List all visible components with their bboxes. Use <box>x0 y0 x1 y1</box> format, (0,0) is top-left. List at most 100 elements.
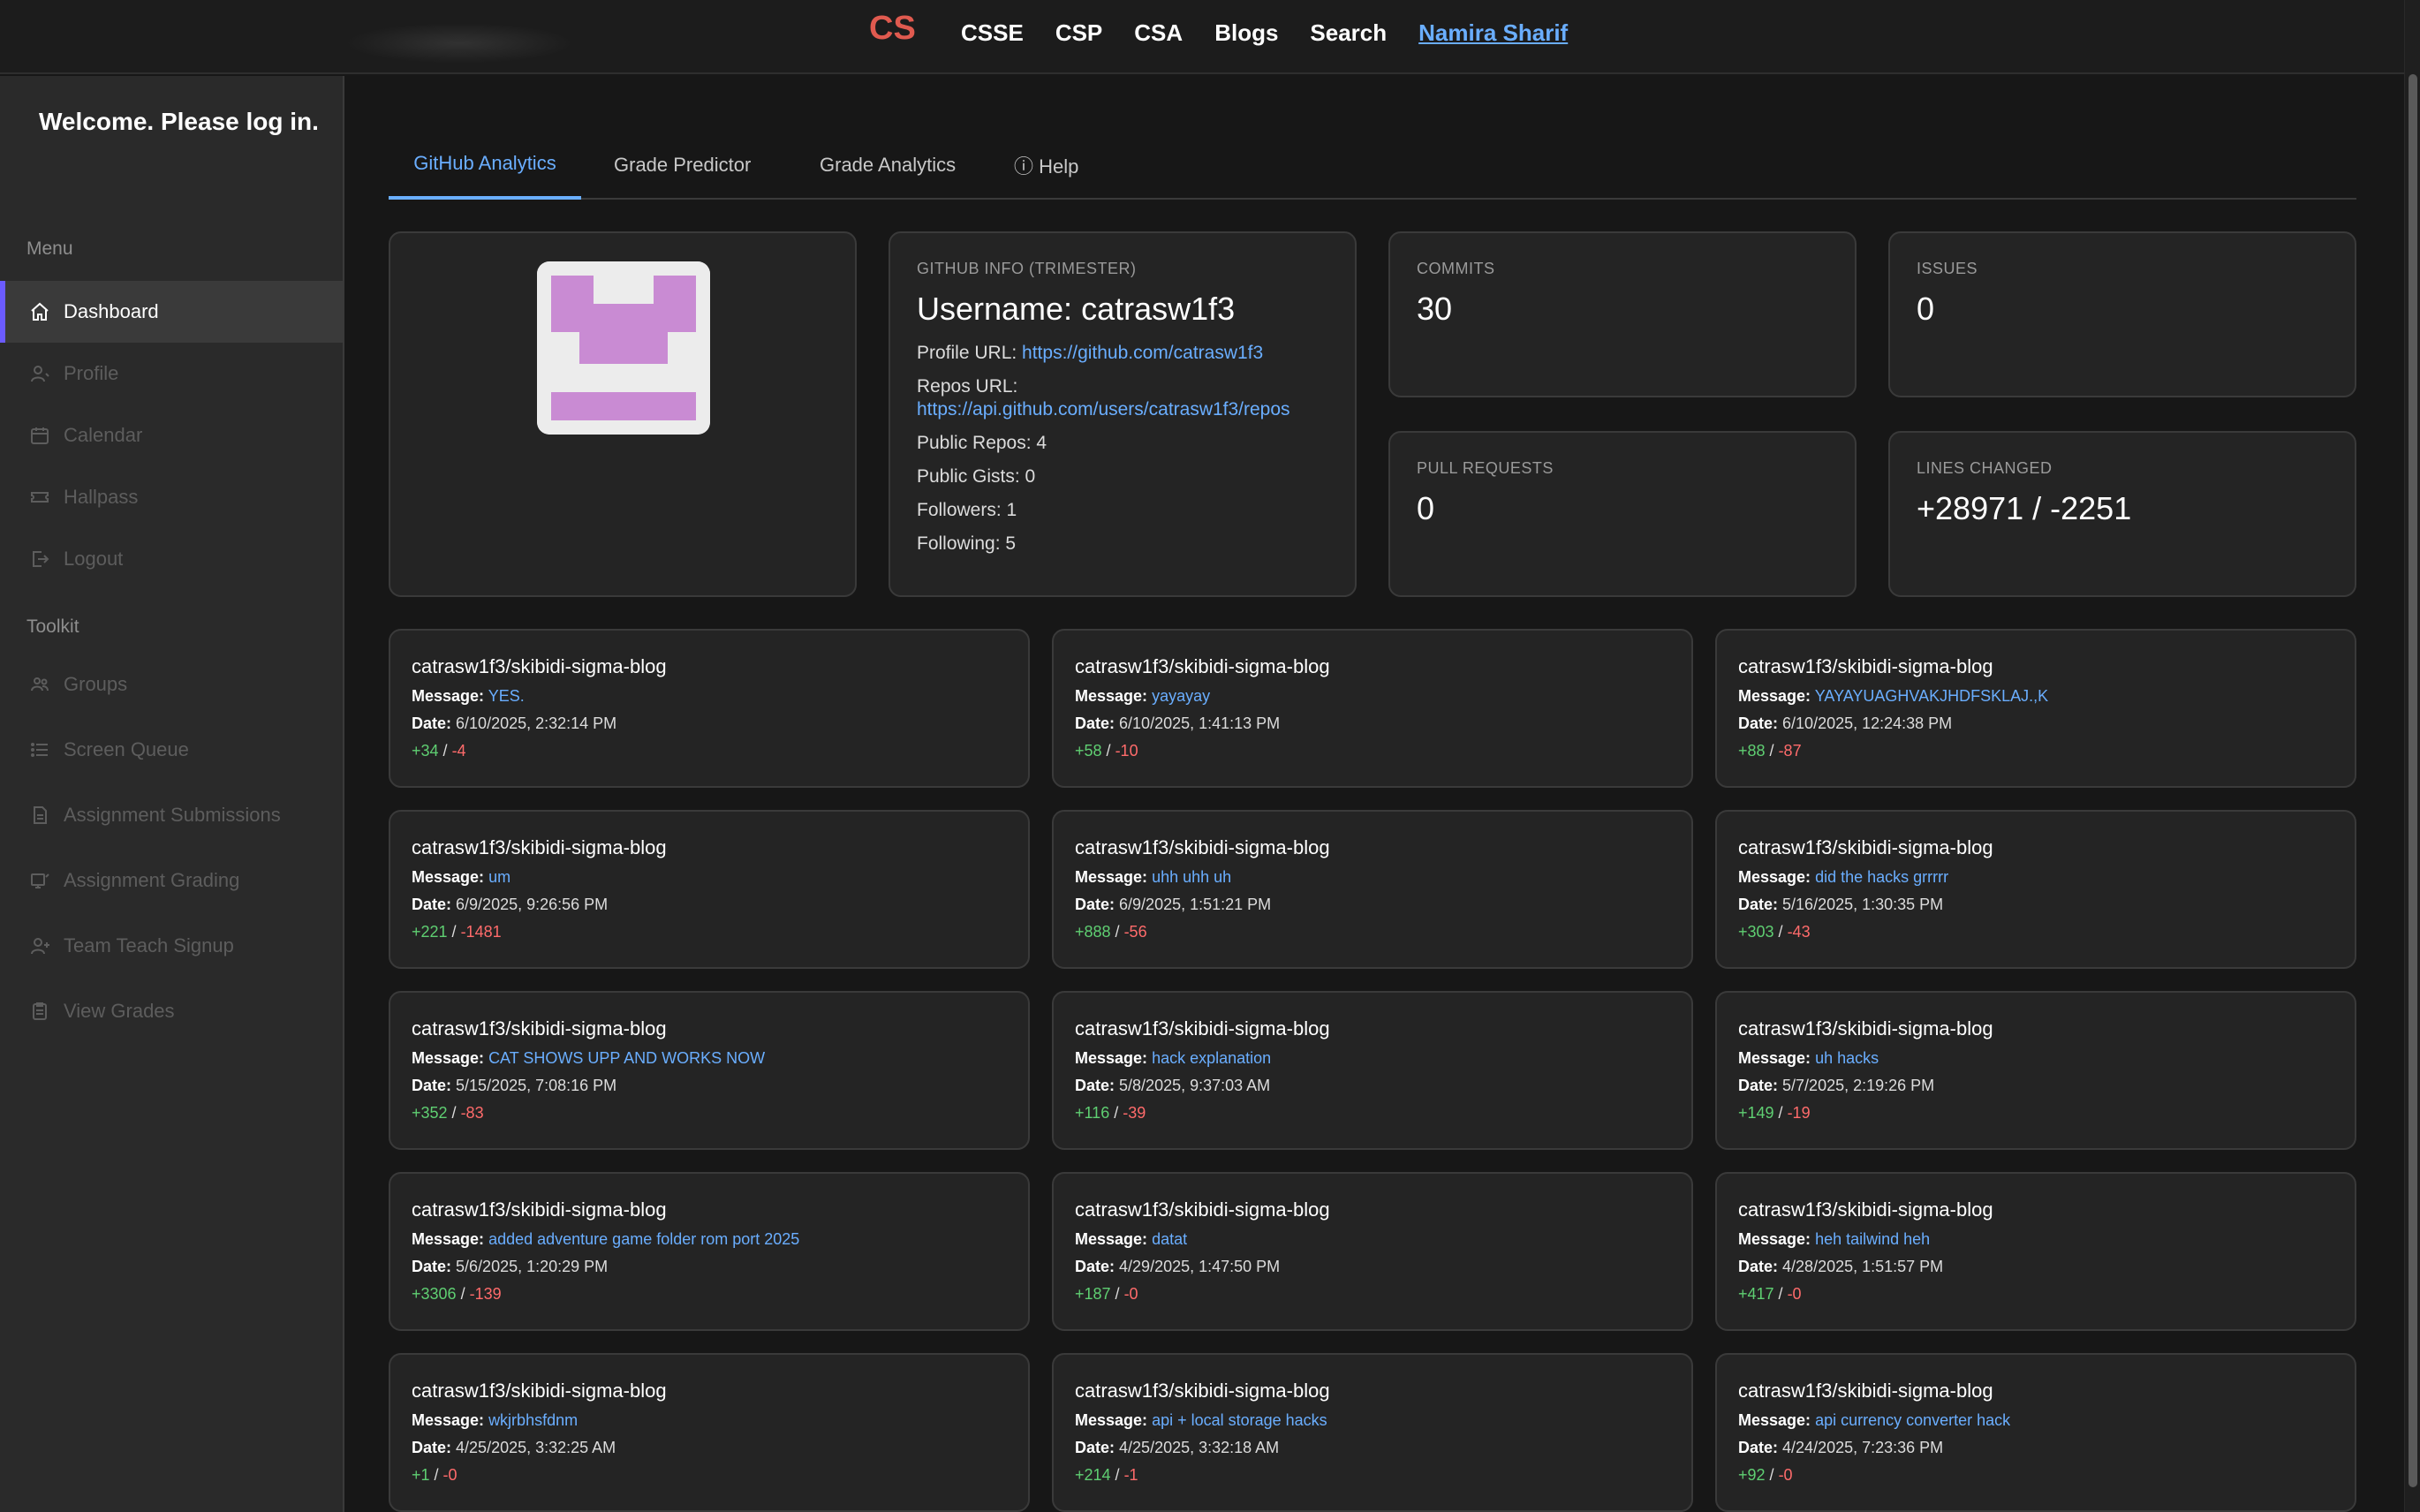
commit-message[interactable]: heh tailwind heh <box>1815 1230 1930 1248</box>
commit-date: 4/25/2025, 3:32:18 AM <box>1119 1439 1280 1456</box>
avatar-card <box>389 231 857 597</box>
cs-logo[interactable]: CS <box>867 9 919 44</box>
nav-link-csse[interactable]: CSSE <box>961 19 1024 47</box>
tab-grade-analytics[interactable]: Grade Analytics <box>820 131 956 200</box>
commit-date-label: Date: <box>1738 896 1779 913</box>
commit-message[interactable]: api + local storage hacks <box>1152 1411 1327 1429</box>
commit-message[interactable]: hack explanation <box>1152 1049 1271 1067</box>
commit-message[interactable]: YAYAYUAGHVAKJHDFSKLAJ.,K <box>1815 687 2048 705</box>
repos-url-row: Repos URL: https://api.github.com/users/… <box>917 375 1328 421</box>
commit-line-changes: +352 / -83 <box>412 1104 484 1122</box>
commit-message[interactable]: um <box>488 868 510 886</box>
commit-message-row: Message: YAYAYUAGHVAKJHDFSKLAJ.,K <box>1738 687 2333 706</box>
commit-additions: +58 <box>1075 742 1102 760</box>
commit-message-label: Message: <box>412 1049 485 1067</box>
nav-link-blogs[interactable]: Blogs <box>1214 19 1278 47</box>
commit-message[interactable]: uhh uhh uh <box>1152 868 1231 886</box>
ticket-icon <box>28 486 51 509</box>
commit-line-changes: +303 / -43 <box>1738 923 1811 941</box>
commit-message-row: Message: datat <box>1075 1230 1670 1249</box>
commit-card: catrasw1f3/skibidi-sigma-blog Message: uh… <box>1052 810 1693 969</box>
commit-message[interactable]: YES. <box>488 687 525 705</box>
commit-line-changes: +3306 / -139 <box>412 1285 502 1303</box>
sidebar-item-dashboard[interactable]: Dashboard <box>0 281 344 343</box>
sidebar-item-calendar[interactable]: Calendar <box>0 404 344 466</box>
lines-changed-label: LINES CHANGED <box>1917 459 2053 477</box>
commit-deletions: -43 <box>1787 923 1811 941</box>
following: Following: 5 <box>917 533 1017 554</box>
commit-date-label: Date: <box>412 896 452 913</box>
nav-link-search[interactable]: Search <box>1310 19 1387 47</box>
nav-user-link[interactable]: Namira Sharif <box>1418 19 1568 47</box>
sidebar-item-hallpass[interactable]: Hallpass <box>0 466 344 528</box>
commit-deletions: -10 <box>1115 742 1138 760</box>
page-scrollbar[interactable] <box>2404 0 2420 1512</box>
sidebar-item-profile[interactable]: Profile <box>0 343 344 404</box>
commit-date-label: Date: <box>1075 1077 1115 1094</box>
commit-deletions: -0 <box>1123 1285 1138 1303</box>
sidebar-item-label: View Grades <box>64 1000 175 1022</box>
sidebar-item-screen-queue[interactable]: Screen Queue <box>0 719 344 781</box>
sidebar-item-label: Calendar <box>64 424 143 446</box>
commit-card: catrasw1f3/skibidi-sigma-blog Message: da… <box>1052 1172 1693 1331</box>
commit-message-label: Message: <box>1075 1049 1148 1067</box>
commit-date-row: Date: 5/16/2025, 1:30:35 PM <box>1738 896 2333 914</box>
commit-repo: catrasw1f3/skibidi-sigma-blog <box>412 1198 667 1221</box>
profile-url-link[interactable]: https://github.com/catrasw1f3 <box>1022 343 1263 363</box>
tab-help[interactable]: ⓘ Help <box>1014 131 1078 200</box>
commit-deletions: -39 <box>1123 1104 1146 1122</box>
commit-date: 6/10/2025, 12:24:38 PM <box>1782 714 1953 732</box>
commit-date-label: Date: <box>1075 714 1115 732</box>
main-nav: CSSE CSP CSA Blogs Search Namira Sharif <box>961 19 1568 47</box>
commit-message[interactable]: wkjrbhsfdnm <box>488 1411 578 1429</box>
commit-message[interactable]: added adventure game folder rom port 202… <box>488 1230 799 1248</box>
pull-requests-stat-card: PULL REQUESTS 0 <box>1388 431 1857 597</box>
tab-github-analytics[interactable]: GitHub Analytics <box>389 131 581 200</box>
commit-date: 4/24/2025, 7:23:36 PM <box>1782 1439 1944 1456</box>
commit-deletions: -83 <box>460 1104 484 1122</box>
commit-date-row: Date: 6/10/2025, 12:24:38 PM <box>1738 714 2333 733</box>
commit-deletions: -139 <box>469 1285 502 1303</box>
commit-repo: catrasw1f3/skibidi-sigma-blog <box>1738 1017 1993 1040</box>
commit-message[interactable]: uh hacks <box>1815 1049 1879 1067</box>
sidebar-item-assignment-submissions[interactable]: Assignment Submissions <box>0 784 344 846</box>
commit-line-changes: +214 / -1 <box>1075 1466 1138 1484</box>
commit-date-row: Date: 6/10/2025, 1:41:13 PM <box>1075 714 1670 733</box>
menu-section-header: Menu <box>26 238 73 259</box>
commit-date-label: Date: <box>1738 1077 1779 1094</box>
commit-message-row: Message: yayayay <box>1075 687 1670 706</box>
repos-url-link[interactable]: https://api.github.com/users/catrasw1f3/… <box>917 398 1328 421</box>
nav-link-csa[interactable]: CSA <box>1134 19 1183 47</box>
sidebar-item-assignment-grading[interactable]: Assignment Grading <box>0 850 344 911</box>
commit-line-changes: +88 / -87 <box>1738 742 1802 760</box>
commit-message[interactable]: datat <box>1152 1230 1187 1248</box>
commit-message[interactable]: CAT SHOWS UPP AND WORKS NOW <box>488 1049 765 1067</box>
commit-date: 5/8/2025, 9:37:03 AM <box>1119 1077 1271 1094</box>
scrollbar-thumb[interactable] <box>2409 74 2417 1487</box>
grades-icon <box>28 1000 51 1023</box>
commit-additions: +417 <box>1738 1285 1774 1303</box>
commit-date-row: Date: 4/25/2025, 3:32:18 AM <box>1075 1439 1670 1457</box>
commit-card: catrasw1f3/skibidi-sigma-blog Message: uh… <box>1715 991 2356 1150</box>
commit-message[interactable]: api currency converter hack <box>1815 1411 2010 1429</box>
tab-grade-predictor[interactable]: Grade Predictor <box>614 131 751 200</box>
sidebar-item-logout[interactable]: Logout <box>0 528 344 590</box>
commit-card: catrasw1f3/skibidi-sigma-blog Message: ad… <box>389 1172 1030 1331</box>
nav-link-csp[interactable]: CSP <box>1055 19 1102 47</box>
sidebar-item-team-teach-signup[interactable]: Team Teach Signup <box>0 915 344 977</box>
commit-message[interactable]: did the hacks grrrrr <box>1815 868 1948 886</box>
commit-date-label: Date: <box>412 1077 452 1094</box>
profile-url-row: Profile URL: https://github.com/catrasw1… <box>917 342 1328 365</box>
blurred-region <box>344 23 574 64</box>
commits-label: COMMITS <box>1417 260 1495 277</box>
commit-message[interactable]: yayayay <box>1152 687 1210 705</box>
sidebar-item-view-grades[interactable]: View Grades <box>0 980 344 1042</box>
commit-card: catrasw1f3/skibidi-sigma-blog Message: di… <box>1715 810 2356 969</box>
commit-deletions: -56 <box>1123 923 1147 941</box>
commit-message-label: Message: <box>412 1411 485 1429</box>
commit-repo: catrasw1f3/skibidi-sigma-blog <box>1075 655 1330 677</box>
commit-date-label: Date: <box>412 714 452 732</box>
sidebar-item-groups[interactable]: Groups <box>0 654 344 715</box>
public-repos: Public Repos: 4 <box>917 433 1047 453</box>
commit-date-row: Date: 4/28/2025, 1:51:57 PM <box>1738 1258 2333 1276</box>
